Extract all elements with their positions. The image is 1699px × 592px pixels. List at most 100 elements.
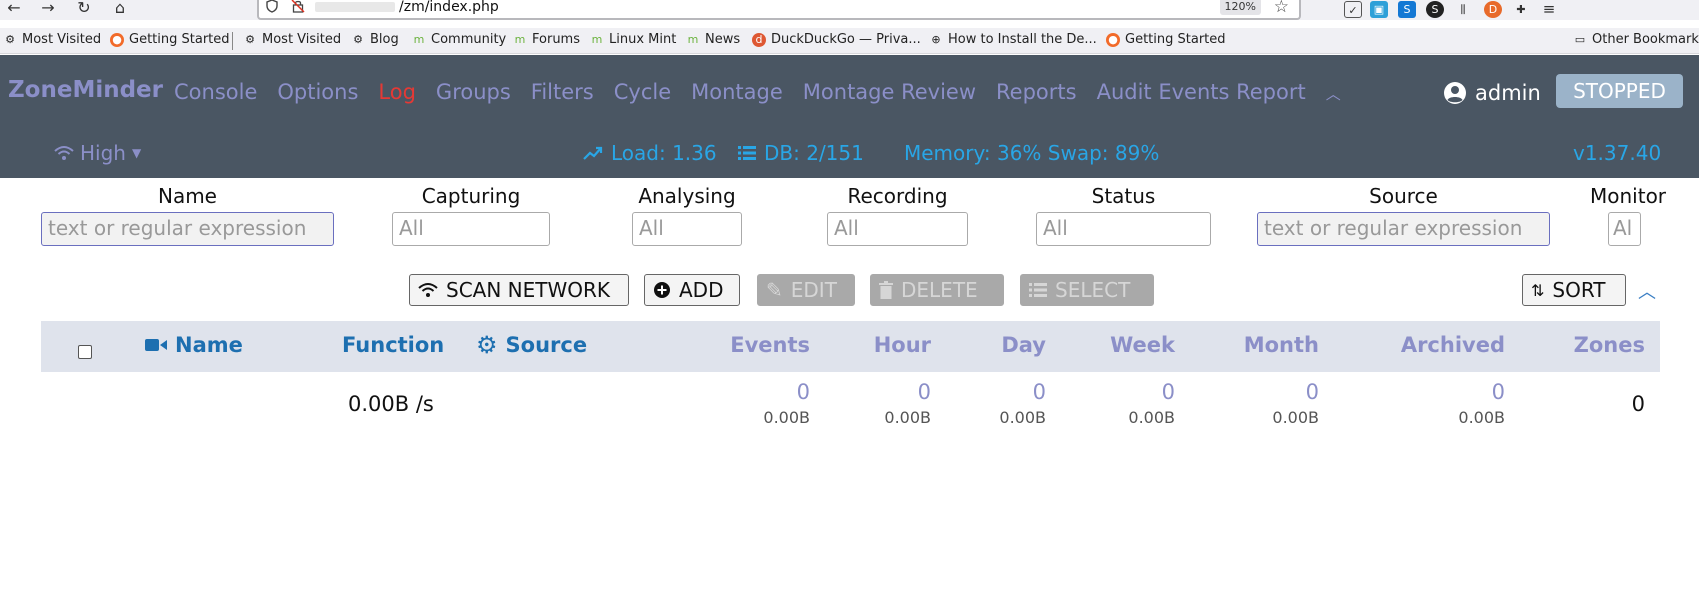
zoom-level[interactable]: 120%: [1219, 0, 1261, 15]
db-stat: DB: 2/151: [738, 141, 864, 165]
nav-audit-events-report[interactable]: Audit Events Report: [1097, 80, 1306, 104]
linux-mint-icon: m: [514, 32, 526, 46]
filter-capturing-select[interactable]: All: [392, 212, 550, 246]
column-hour[interactable]: Hour: [841, 333, 931, 357]
back-icon[interactable]: ←: [4, 0, 24, 18]
chevron-up-icon[interactable]: ︿: [1326, 80, 1341, 104]
total-hour-count[interactable]: 0: [841, 380, 931, 404]
extension-s-icon[interactable]: S: [1426, 1, 1444, 18]
filter-analysing-label: Analysing: [638, 184, 736, 208]
total-day-size: 0.00B: [999, 408, 1046, 427]
duckduckgo-icon: d: [752, 32, 766, 47]
url-text: /zm/index.php: [399, 0, 499, 15]
total-week-size: 0.00B: [1128, 408, 1175, 427]
column-month[interactable]: Month: [1209, 333, 1319, 357]
nav-montage[interactable]: Montage: [691, 80, 783, 104]
total-month-count[interactable]: 0: [1209, 380, 1319, 404]
scan-network-button[interactable]: SCAN NETWORK: [409, 274, 629, 306]
nav-montage-review[interactable]: Montage Review: [803, 80, 976, 104]
nav-groups[interactable]: Groups: [436, 80, 511, 104]
filter-capturing-label: Capturing: [421, 184, 521, 208]
filter-name-input[interactable]: text or regular expression: [41, 212, 334, 246]
bookmark-getting-started-2[interactable]: ● Getting Started: [1106, 32, 1226, 47]
trash-icon: [879, 281, 893, 299]
main-nav: Console Options Log Groups Filters Cycle…: [174, 80, 1341, 104]
bookmark-news[interactable]: m News: [686, 32, 741, 47]
column-archived[interactable]: Archived: [1355, 333, 1505, 357]
version-label[interactable]: v1.37.40: [1573, 141, 1661, 165]
linux-mint-icon: m: [413, 32, 425, 46]
sort-button[interactable]: ⇅ SORT: [1522, 274, 1626, 306]
gear-icon: ⚙: [245, 32, 255, 46]
column-zones[interactable]: Zones: [1535, 333, 1645, 357]
gear-icon: ⚙: [476, 331, 498, 359]
nav-options[interactable]: Options: [277, 80, 358, 104]
url-bar[interactable]: /zm/index.php 120% ☆: [257, 0, 1301, 20]
filter-name-label: Name: [157, 184, 217, 208]
nav-console[interactable]: Console: [174, 80, 257, 104]
nav-log[interactable]: Log: [378, 80, 416, 104]
nav-cycle[interactable]: Cycle: [614, 80, 671, 104]
bookmark-blog[interactable]: ⚙ Blog: [351, 32, 399, 47]
table-header: Name Function ⚙ Source Events Hour Day W…: [41, 321, 1660, 372]
filter-status-label: Status: [1091, 184, 1156, 208]
select-button[interactable]: SELECT: [1020, 274, 1154, 306]
list-icon: [1029, 283, 1047, 297]
total-function-bandwidth: 0.00B /s: [348, 392, 434, 416]
skype-icon[interactable]: S: [1398, 1, 1416, 18]
sort-icon: ⇅: [1531, 280, 1545, 300]
total-week-count[interactable]: 0: [1075, 380, 1175, 404]
column-name[interactable]: Name: [145, 333, 243, 357]
bookmark-linux-mint[interactable]: m Linux Mint: [590, 32, 677, 47]
filter-recording-select[interactable]: All: [827, 212, 968, 246]
extension-icon[interactable]: ▣: [1370, 1, 1388, 18]
library-icon[interactable]: ⫼: [1454, 1, 1472, 18]
username: admin: [1475, 81, 1541, 105]
column-source[interactable]: ⚙ Source: [476, 333, 587, 357]
select-all-checkbox[interactable]: [78, 345, 92, 359]
delete-button[interactable]: DELETE: [870, 274, 1004, 306]
total-day-count[interactable]: 0: [956, 380, 1046, 404]
bookmark-getting-started[interactable]: ● Getting Started: [110, 32, 230, 47]
column-week[interactable]: Week: [1075, 333, 1175, 357]
extension-d-icon[interactable]: D: [1484, 1, 1502, 18]
nav-reports[interactable]: Reports: [996, 80, 1077, 104]
filter-monitor-select[interactable]: Al: [1608, 212, 1641, 246]
bookmark-forums[interactable]: m Forums: [513, 32, 580, 47]
bookmark-star-icon[interactable]: ☆: [1274, 0, 1289, 17]
total-events-count[interactable]: 0: [682, 380, 810, 404]
pocket-icon[interactable]: ✓: [1344, 1, 1362, 18]
bookmark-other[interactable]: ▭ Other Bookmarks: [1573, 32, 1699, 47]
filter-status-select[interactable]: All: [1036, 212, 1211, 246]
status-bar: High ▼ Load: 1.36 DB: 2/151 Memory: 36% …: [0, 137, 1699, 173]
total-archived-count[interactable]: 0: [1355, 380, 1505, 404]
column-events[interactable]: Events: [682, 333, 810, 357]
home-icon[interactable]: ⌂: [110, 0, 130, 18]
filter-source-input[interactable]: text or regular expression: [1257, 212, 1550, 246]
edit-button[interactable]: ✎ EDIT: [757, 274, 855, 306]
bookmark-community[interactable]: m Community: [412, 32, 507, 47]
reload-icon[interactable]: ↻: [74, 0, 94, 18]
column-day[interactable]: Day: [956, 333, 1046, 357]
menu-icon[interactable]: ≡: [1540, 1, 1558, 18]
user-menu[interactable]: admin: [1443, 81, 1541, 105]
forward-icon[interactable]: →: [38, 0, 58, 18]
trending-up-icon: [583, 146, 603, 160]
collapse-chevron-icon[interactable]: ︿: [1638, 278, 1656, 304]
bandwidth-dropdown[interactable]: High ▼: [54, 141, 141, 165]
total-month-size: 0.00B: [1272, 408, 1319, 427]
add-monitor-button[interactable]: ADD: [644, 274, 740, 306]
bookmark-how-to-install[interactable]: ⊕ How to Install the De...: [929, 32, 1096, 47]
bookmark-duckduckgo[interactable]: d DuckDuckGo — Priva...: [752, 32, 921, 47]
extensions-puzzle-icon[interactable]: ✚: [1512, 1, 1530, 18]
filter-analysing-select[interactable]: All: [632, 212, 742, 246]
zm-brand[interactable]: ZoneMinder: [8, 77, 163, 103]
folder-icon: ▭: [1574, 32, 1586, 46]
shield-icon: [266, 0, 278, 13]
column-function[interactable]: Function: [342, 333, 444, 357]
bookmark-most-visited-2[interactable]: ⚙ Most Visited: [243, 32, 341, 47]
nav-filters[interactable]: Filters: [531, 80, 594, 104]
run-state-button[interactable]: STOPPED: [1556, 74, 1683, 108]
monitor-table: Name Function ⚙ Source Events Hour Day W…: [41, 321, 1660, 437]
bookmark-most-visited[interactable]: ⚙ Most Visited: [3, 32, 101, 47]
